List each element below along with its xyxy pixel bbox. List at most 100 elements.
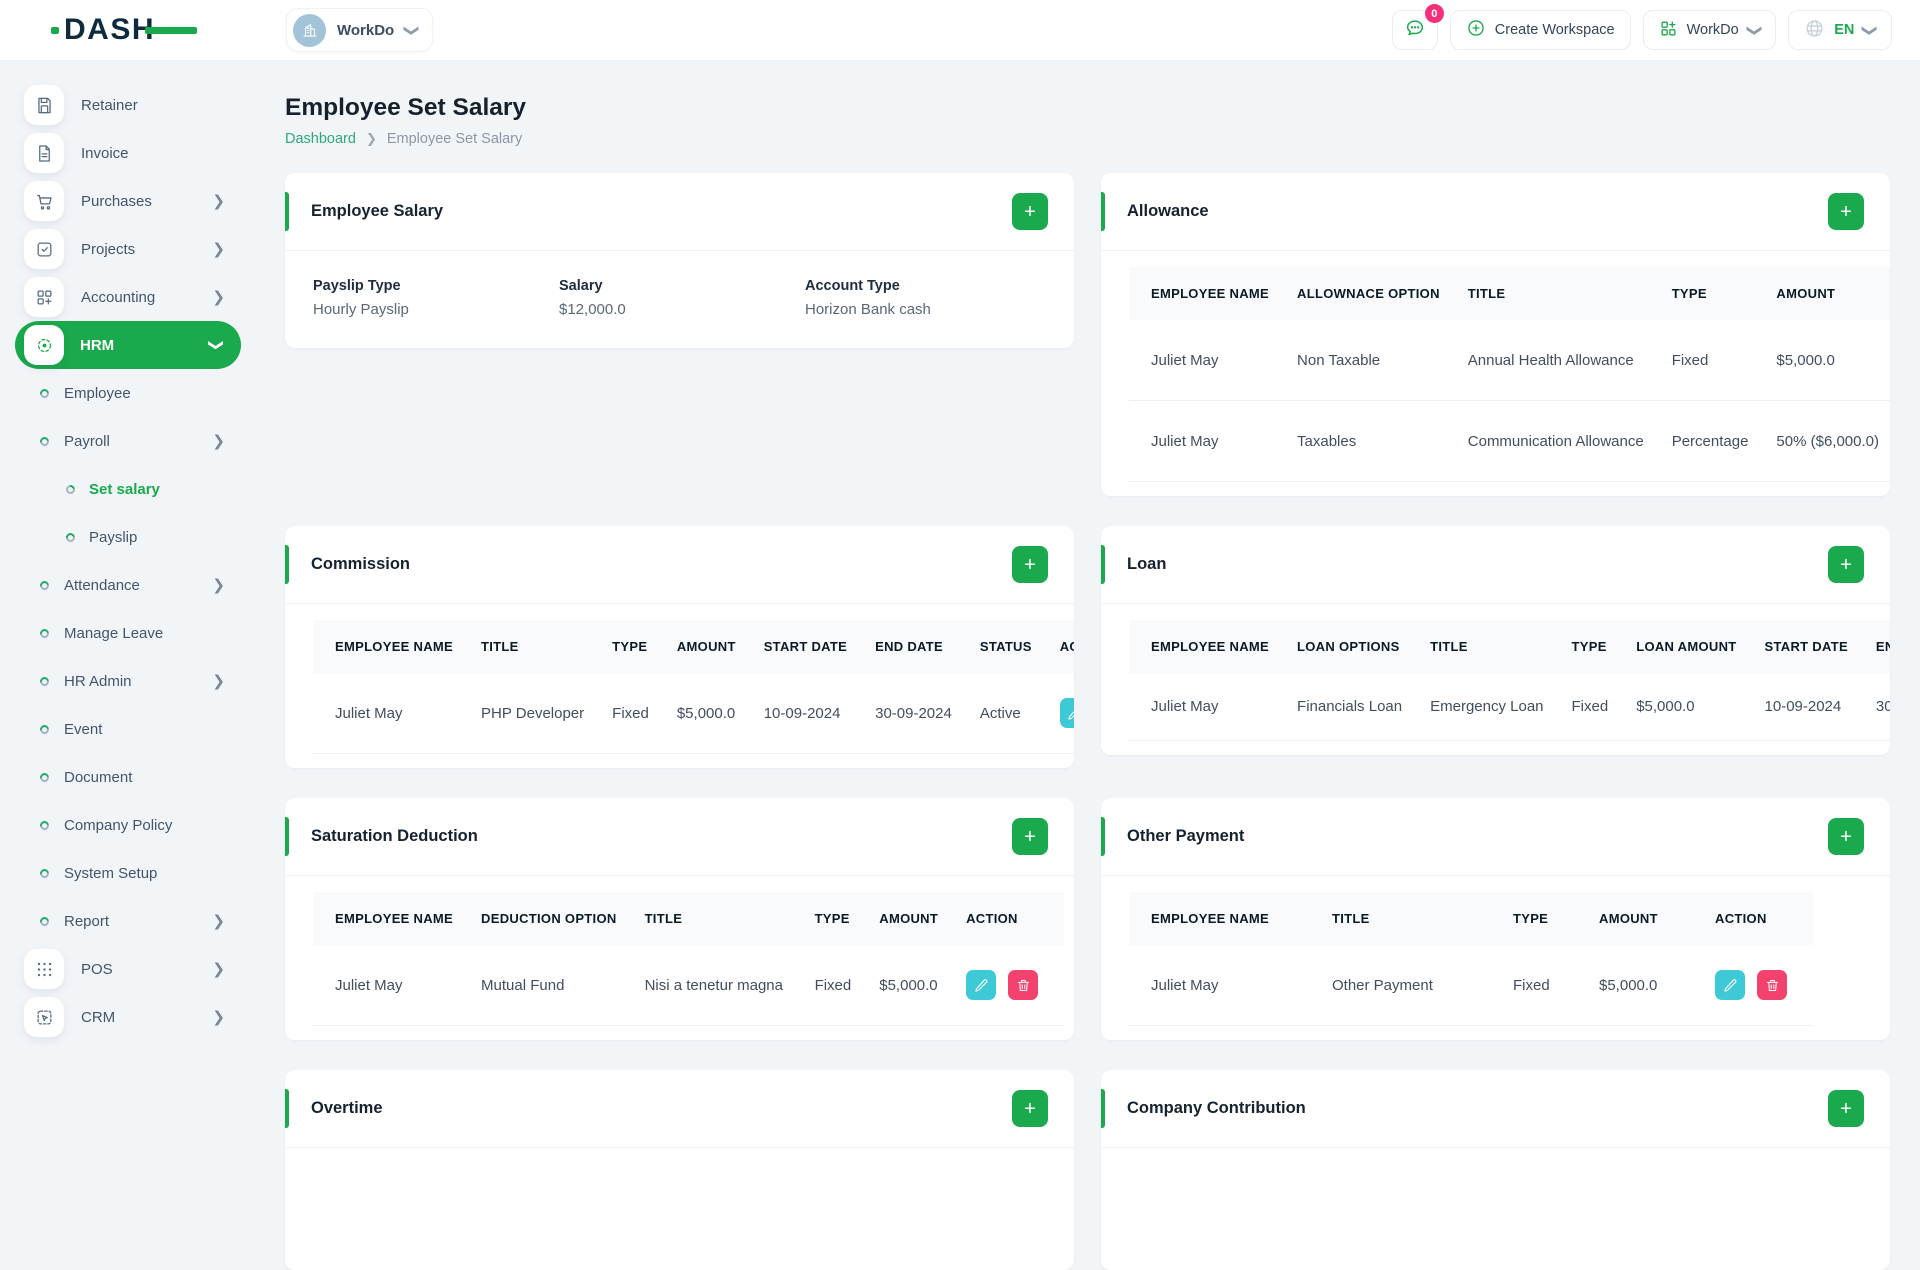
language-button[interactable]: EN ❯ (1788, 10, 1892, 50)
column-header: TYPE (598, 620, 663, 673)
delete-button[interactable] (1757, 970, 1787, 1000)
table-cell: Mutual Fund (467, 945, 631, 1026)
cards-grid: Employee Salary + Payslip TypeHourly Pay… (285, 173, 1890, 1270)
messages-badge: 0 (1425, 4, 1444, 23)
sidebar-item-set-salary[interactable]: Set salary (0, 465, 256, 513)
card-title: Saturation Deduction (311, 827, 478, 846)
table-row: Juliet MayFinancials LoanEmergency LoanF… (1129, 673, 1890, 741)
add-saturation-deduction-button[interactable]: + (1012, 818, 1048, 855)
table-cell: 50% ($6,000.0) (1762, 401, 1890, 482)
sidebar-item-payroll[interactable]: Payroll❯ (0, 417, 256, 465)
app-logo[interactable]: DASH (0, 13, 256, 47)
messages-button[interactable]: 0 (1392, 10, 1438, 50)
allowance-table: EMPLOYEE NAMEALLOWNACE OPTIONTITLETYPEAM… (1129, 267, 1890, 482)
sidebar-item-system-setup[interactable]: System Setup (0, 849, 256, 897)
table-cell: Fixed (801, 945, 866, 1026)
chevron-right-icon: ❯ (212, 432, 225, 450)
sidebar-item-document[interactable]: Document (0, 753, 256, 801)
pencil-icon (1067, 706, 1074, 721)
table-row: Juliet MayOther PaymentFixed$5,000.0 (1129, 945, 1813, 1026)
edit-button[interactable] (1060, 698, 1074, 728)
create-workspace-button[interactable]: Create Workspace (1450, 10, 1631, 50)
table-cell: Other Payment (1318, 945, 1499, 1026)
table-cell: Fixed (1558, 673, 1623, 741)
sidebar-item-label: Document (64, 769, 132, 786)
sidebar-item-label: Company Policy (64, 817, 172, 834)
breadcrumb-dashboard-link[interactable]: Dashboard (285, 131, 356, 147)
sidebar-item-payslip[interactable]: Payslip (0, 513, 256, 561)
delete-button[interactable] (1008, 970, 1038, 1000)
chevron-right-icon: ❯ (212, 912, 225, 930)
column-header: ACTION (952, 892, 1064, 945)
column-header: AMOUNT (663, 620, 750, 673)
action-cell (1701, 945, 1813, 1026)
column-header: TITLE (1416, 620, 1557, 673)
field-label: Payslip Type (313, 278, 559, 294)
add-other-payment-button[interactable]: + (1828, 818, 1864, 855)
workdo-menu-button[interactable]: WorkDo ❯ (1643, 10, 1777, 50)
bullet-icon (38, 915, 51, 928)
column-header: END DATE (1862, 620, 1890, 673)
column-header: ACTION (1701, 892, 1813, 945)
sidebar-item-purchases[interactable]: Purchases❯ (0, 177, 256, 225)
sidebar-item-invoice[interactable]: Invoice (0, 129, 256, 177)
column-header: EMPLOYEE NAME (1129, 267, 1283, 320)
chevron-right-icon: ❯ (212, 192, 225, 210)
sidebar-item-accounting[interactable]: Accounting❯ (0, 273, 256, 321)
table-header-row: EMPLOYEE NAMETITLETYPEAMOUNTACTION (1129, 892, 1813, 945)
sidebar-item-pos[interactable]: POS❯ (0, 945, 256, 993)
sidebar-item-projects[interactable]: Projects❯ (0, 225, 256, 273)
table-header-row: EMPLOYEE NAMEALLOWNACE OPTIONTITLETYPEAM… (1129, 267, 1890, 320)
chevron-right-icon: ❯ (212, 288, 225, 306)
field-value: $12,000.0 (559, 301, 805, 318)
commission-card: Commission + EMPLOYEE NAMETITLETYPEAMOUN… (285, 526, 1074, 768)
column-header: EMPLOYEE NAME (313, 892, 467, 945)
chevron-down-icon: ❯ (1862, 24, 1877, 37)
edit-button[interactable] (966, 970, 996, 1000)
plus-circle-icon (1466, 18, 1486, 42)
sidebar-item-label: Report (64, 913, 109, 930)
sidebar-item-employee[interactable]: Employee (0, 369, 256, 417)
card-title: Company Contribution (1127, 1099, 1306, 1118)
sidebar-item-label: Employee (64, 385, 131, 402)
other-payment-card: Other Payment + EMPLOYEE NAMETITLETYPEAM… (1101, 798, 1890, 1040)
loan-card: Loan + EMPLOYEE NAMELOAN OPTIONSTITLETYP… (1101, 526, 1890, 755)
add-company-contribution-button[interactable]: + (1828, 1090, 1864, 1127)
add-employee-salary-button[interactable]: + (1012, 193, 1048, 230)
sidebar-item-report[interactable]: Report ❯ (0, 897, 256, 945)
saturation-deduction-table: EMPLOYEE NAMEDEDUCTION OPTIONTITLETYPEAM… (313, 892, 1064, 1026)
table-cell: Juliet May (1129, 673, 1283, 741)
sidebar-item-attendance[interactable]: Attendance❯ (0, 561, 256, 609)
field-value: Horizon Bank cash (805, 301, 1046, 318)
table-cell: Percentage (1658, 401, 1763, 482)
sidebar-item-label: HR Admin (64, 673, 132, 690)
workdo-menu-label: WorkDo (1687, 22, 1739, 38)
breadcrumb: Dashboard ❯ Employee Set Salary (285, 131, 1890, 147)
sidebar-item-label: Attendance (64, 577, 140, 594)
add-loan-button[interactable]: + (1828, 546, 1864, 583)
company-contribution-card: Company Contribution + (1101, 1070, 1890, 1270)
sidebar-item-hrm[interactable]: HRM❯ (15, 321, 241, 369)
column-header: TYPE (1558, 620, 1623, 673)
sidebar-item-company-policy[interactable]: Company Policy (0, 801, 256, 849)
table-cell: $5,000.0 (663, 673, 750, 754)
sidebar-item-manage-leave[interactable]: Manage Leave (0, 609, 256, 657)
column-header: END DATE (861, 620, 966, 673)
add-commission-button[interactable]: + (1012, 546, 1048, 583)
table-cell: $5,000.0 (865, 945, 952, 1026)
workspace-selector[interactable]: WorkDo ❯ (286, 8, 433, 52)
sidebar-item-hr-admin[interactable]: HR Admin❯ (0, 657, 256, 705)
card-title: Other Payment (1127, 827, 1244, 846)
add-allowance-button[interactable]: + (1828, 193, 1864, 230)
chevron-right-icon: ❯ (212, 960, 225, 978)
column-header: TYPE (1499, 892, 1585, 945)
sidebar-item-crm[interactable]: CRM❯ (0, 993, 256, 1041)
crm-icon (24, 997, 64, 1037)
sidebar-item-retainer[interactable]: Retainer (0, 81, 256, 129)
sidebar-item-event[interactable]: Event (0, 705, 256, 753)
table-cell: PHP Developer (467, 673, 598, 754)
edit-button[interactable] (1715, 970, 1745, 1000)
chevron-down-icon: ❯ (208, 339, 226, 352)
add-overtime-button[interactable]: + (1012, 1090, 1048, 1127)
sidebar-menu: RetainerInvoicePurchases❯Projects❯Accoun… (0, 81, 256, 1041)
